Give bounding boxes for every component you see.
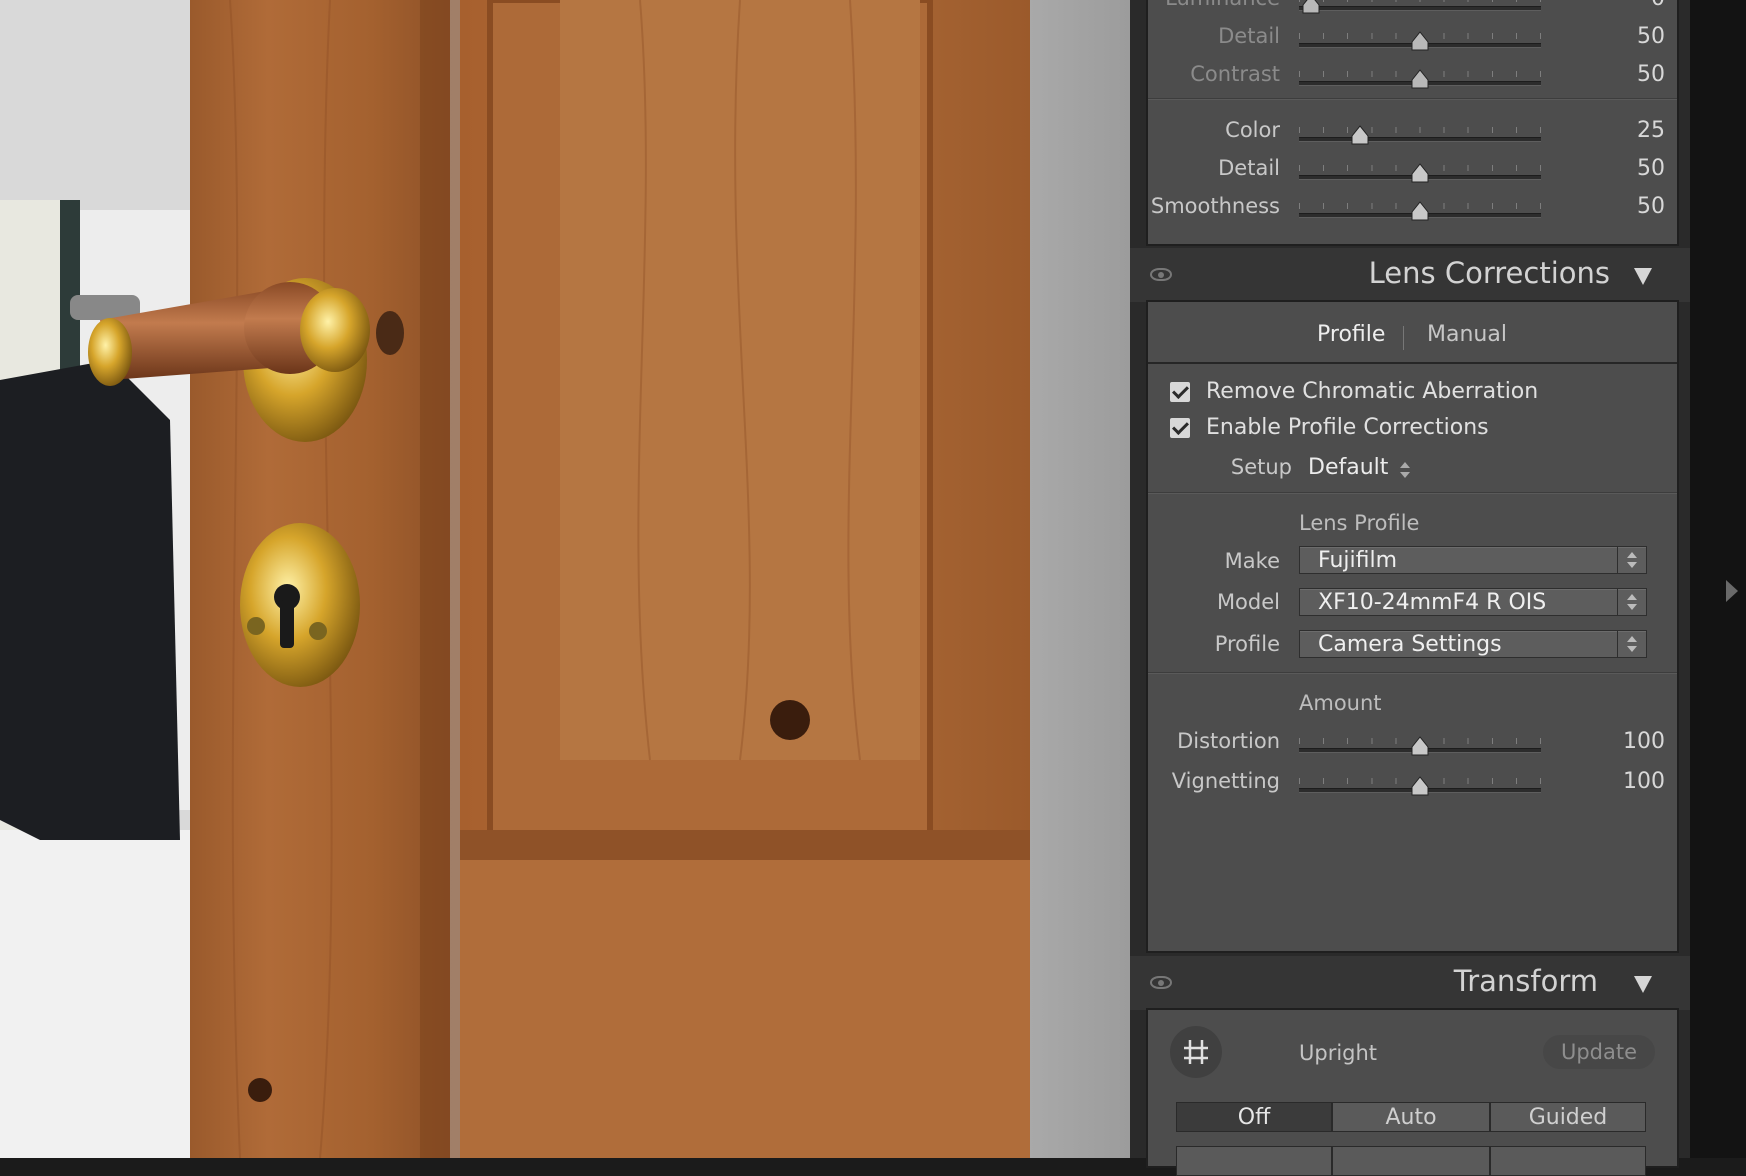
photo-preview[interactable] [0, 0, 1030, 1158]
tab-separator [1403, 326, 1404, 350]
tabs-divider [1148, 362, 1677, 364]
distortion-value: 100 [1623, 729, 1665, 754]
slider-thumb[interactable] [1411, 31, 1429, 51]
vignetting-slider[interactable] [1299, 776, 1541, 796]
transform-header[interactable]: Transform [1130, 956, 1690, 1010]
color-detail-slider[interactable] [1299, 163, 1541, 183]
color-slider[interactable] [1299, 125, 1541, 145]
profile-label: Profile [1214, 632, 1280, 656]
lens-profile-heading: Lens Profile [1299, 511, 1420, 535]
section-divider [1148, 672, 1677, 674]
right-panel-edge [1690, 0, 1746, 1158]
section-divider [1148, 98, 1677, 100]
slider-thumb[interactable] [1411, 163, 1429, 183]
slider-thumb[interactable] [1411, 736, 1429, 756]
smoothness-label: Smoothness [1150, 194, 1280, 218]
section-divider [1148, 492, 1677, 494]
triangle-down-icon[interactable] [1634, 976, 1652, 993]
enable-profile-corrections-label[interactable]: Enable Profile Corrections [1206, 415, 1489, 440]
upright-label: Upright [1299, 1041, 1378, 1065]
lens-corrections-header[interactable]: Lens Corrections [1130, 248, 1690, 302]
luminance-value: 0 [1595, 0, 1665, 11]
vignetting-label: Vignetting [1171, 769, 1280, 793]
canvas-background [1030, 0, 1130, 1158]
update-button[interactable]: Update [1543, 1035, 1655, 1069]
lens-corrections-title: Lens Corrections [1368, 256, 1610, 290]
distortion-label: Distortion [1177, 729, 1280, 753]
make-value: Fujifilm [1318, 548, 1398, 573]
remove-chromatic-aberration-label[interactable]: Remove Chromatic Aberration [1206, 379, 1538, 404]
tab-manual[interactable]: Manual [1427, 322, 1507, 347]
amount-heading: Amount [1299, 691, 1382, 715]
make-select[interactable]: Fujifilm [1299, 546, 1647, 574]
contrast-value: 50 [1637, 62, 1665, 87]
profile-select[interactable]: Camera Settings [1299, 630, 1647, 658]
develop-right-panel: Luminance 0 Detail 50 Contrast 50 Color … [1130, 0, 1690, 1176]
color-label: Color [1225, 118, 1280, 142]
distortion-slider[interactable] [1299, 736, 1541, 756]
upright-mode-button[interactable] [1176, 1146, 1332, 1176]
luminance-slider[interactable] [1299, 0, 1541, 14]
transform-title: Transform [1453, 964, 1598, 998]
stepper-icon[interactable] [1617, 631, 1646, 657]
smoothness-slider[interactable] [1299, 201, 1541, 221]
stepper-icon[interactable] [1617, 547, 1646, 573]
slider-thumb[interactable] [1411, 69, 1429, 89]
profile-value: Camera Settings [1318, 632, 1502, 657]
triangle-right-icon[interactable] [1726, 580, 1738, 602]
color-detail-label: Detail [1218, 156, 1280, 180]
stepper-icon[interactable] [1617, 589, 1646, 615]
transform-section: Upright Update Off Auto Guided [1146, 1008, 1679, 1176]
eye-icon[interactable] [1150, 976, 1172, 989]
triangle-down-icon[interactable] [1634, 268, 1652, 285]
smoothness-value: 50 [1637, 194, 1665, 219]
detail-section: Luminance 0 Detail 50 Contrast 50 Color … [1146, 0, 1679, 246]
contrast-label: Contrast [1190, 62, 1280, 86]
detail-label: Detail [1218, 24, 1280, 48]
lens-corrections-section: Profile Manual Remove Chromatic Aberrati… [1146, 300, 1679, 953]
crop-grid-icon[interactable] [1170, 1026, 1222, 1078]
enable-profile-corrections-checkbox[interactable] [1170, 418, 1190, 438]
slider-thumb[interactable] [1351, 125, 1369, 145]
luminance-label: Luminance [1165, 0, 1280, 10]
setup-stepper-icon[interactable] [1399, 462, 1411, 480]
color-detail-value: 50 [1637, 156, 1665, 181]
vignetting-value: 100 [1623, 769, 1665, 794]
slider-thumb[interactable] [1411, 201, 1429, 221]
model-value: XF10-24mmF4 R OIS [1318, 590, 1547, 615]
tab-profile[interactable]: Profile [1317, 322, 1385, 347]
make-label: Make [1224, 549, 1280, 573]
detail-slider[interactable] [1299, 31, 1541, 51]
remove-chromatic-aberration-checkbox[interactable] [1170, 382, 1190, 402]
setup-dropdown[interactable]: Default [1308, 455, 1388, 480]
upright-mode-button[interactable] [1490, 1146, 1646, 1176]
color-value: 25 [1637, 118, 1665, 143]
contrast-slider[interactable] [1299, 69, 1541, 89]
eye-icon[interactable] [1150, 268, 1172, 281]
setup-label: Setup [1230, 455, 1292, 479]
upright-guided-button[interactable]: Guided [1490, 1102, 1646, 1132]
model-select[interactable]: XF10-24mmF4 R OIS [1299, 588, 1647, 616]
upright-off-button[interactable]: Off [1176, 1102, 1332, 1132]
detail-value: 50 [1637, 24, 1665, 49]
slider-thumb[interactable] [1411, 776, 1429, 796]
model-label: Model [1216, 590, 1280, 614]
door-photo [0, 0, 1030, 1158]
upright-mode-button[interactable] [1332, 1146, 1490, 1176]
slider-thumb[interactable] [1302, 0, 1320, 14]
upright-auto-button[interactable]: Auto [1332, 1102, 1490, 1132]
